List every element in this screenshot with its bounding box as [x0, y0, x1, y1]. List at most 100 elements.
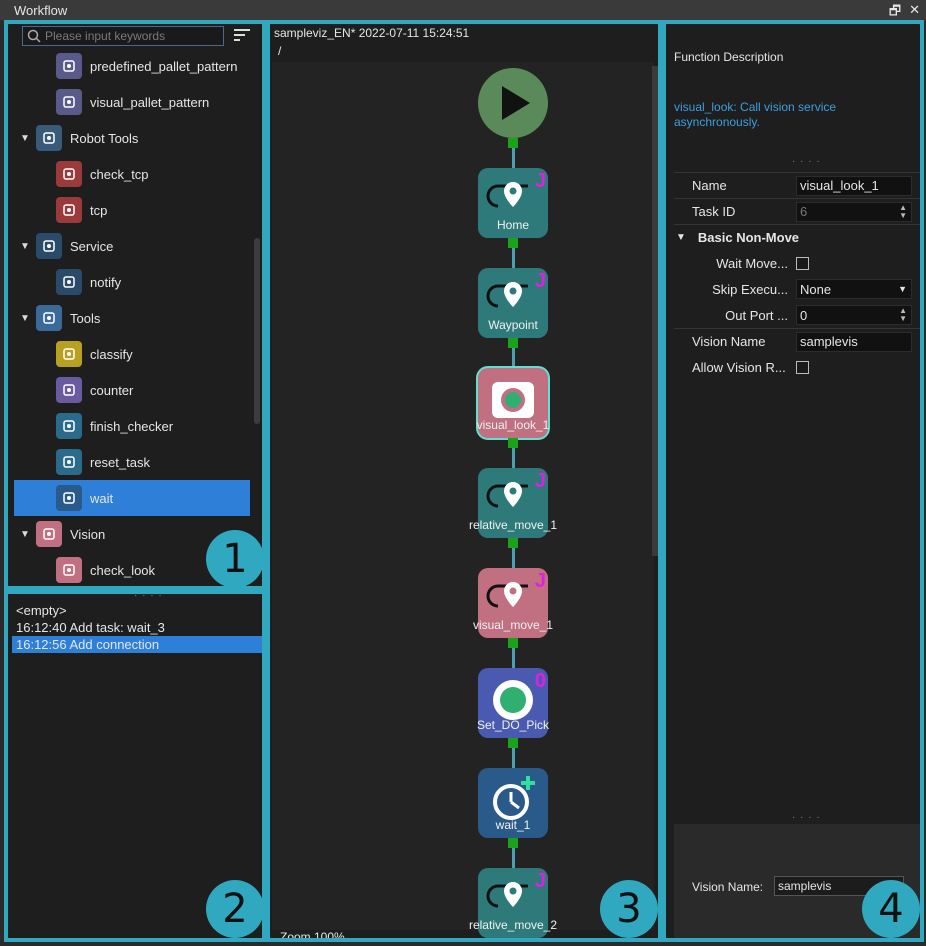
- workflow-node-label: visual_look_1: [476, 418, 550, 432]
- palette-item-label: counter: [90, 382, 134, 398]
- task-id-value: 6: [800, 204, 808, 219]
- workflow-canvas-panel: sampleviz_EN* 2022-07-11 15:24:51 / J Hom…: [266, 20, 662, 942]
- palette-category-service[interactable]: ▼ Service: [14, 228, 250, 264]
- prop-label-wait-move: Wait Move...: [716, 255, 788, 271]
- palette-item-wait[interactable]: wait: [14, 480, 250, 516]
- canvas-scrollbar[interactable]: [652, 66, 658, 556]
- palette-item-label: Service: [70, 238, 114, 254]
- chevron-down-icon: ▼: [898, 284, 907, 294]
- palette-item-tcp[interactable]: tcp: [14, 192, 250, 228]
- prop-group-basic-non-move[interactable]: ▼ Basic Non-Move: [674, 224, 920, 250]
- play-icon: [502, 86, 530, 120]
- prop-label-allow-vision: Allow Vision R...: [692, 359, 786, 375]
- name-field[interactable]: visual_look_1: [796, 175, 912, 196]
- search-icon: [27, 29, 41, 43]
- node-badge: J: [534, 170, 546, 192]
- wait-move-checkbox[interactable]: [796, 256, 809, 270]
- panel-number-badge-2: 2: [206, 880, 262, 938]
- canvas-breadcrumb[interactable]: /: [278, 44, 281, 58]
- finish-checker-icon: [56, 413, 82, 439]
- expand-triangle-icon[interactable]: ▼: [20, 313, 30, 324]
- prop-label-vision-name: Vision Name: [692, 334, 766, 349]
- toolbox-icon: [36, 305, 62, 331]
- splitter-grip[interactable]: · · · ·: [134, 594, 163, 601]
- visual-pallet-icon: [56, 89, 82, 115]
- palette-item-notify[interactable]: notify: [14, 264, 250, 300]
- history-entry[interactable]: 16:12:56 Add connection: [12, 636, 262, 653]
- expand-triangle-icon[interactable]: ▼: [20, 133, 30, 144]
- vision-name-field[interactable]: samplevis: [796, 331, 912, 352]
- workflow-canvas[interactable]: J Home J Waypoint visual_look_1 Jrelative_mov…: [272, 62, 654, 938]
- spin-arrows-icon[interactable]: ▲ ▼: [899, 307, 907, 323]
- pallet-pattern-icon: [56, 53, 82, 79]
- node-connection[interactable]: [512, 348, 515, 368]
- function-description-text: visual_look: Call vision service asynchr…: [674, 100, 837, 129]
- collapse-triangle-icon[interactable]: ▼: [676, 232, 686, 243]
- prop-row-task-id: Task ID 6 ▲ ▼: [674, 198, 920, 224]
- search-box[interactable]: [22, 26, 224, 46]
- history-entry[interactable]: <empty>: [12, 602, 262, 619]
- prop-row-vision-name: Vision Name samplevis: [674, 328, 920, 354]
- spin-arrows-icon[interactable]: ▲ ▼: [899, 203, 907, 220]
- out-port-value: 0: [800, 307, 808, 323]
- service-icon: [36, 233, 62, 259]
- task-id-field[interactable]: 6 ▲ ▼: [796, 201, 912, 222]
- prop-row-out-port: Out Port ... 0 ▲ ▼: [674, 302, 920, 328]
- workflow-node-start[interactable]: [478, 68, 548, 138]
- history-entry[interactable]: 16:12:40 Add task: wait_3: [12, 619, 262, 636]
- expand-triangle-icon[interactable]: ▼: [20, 241, 30, 252]
- splitter-grip[interactable]: · · · ·: [792, 156, 821, 167]
- workflow-node-label: Home: [496, 218, 529, 232]
- node-connection[interactable]: [512, 848, 515, 868]
- palette-item-check-tcp[interactable]: check_tcp: [14, 156, 250, 192]
- palette-item-finish-checker[interactable]: finish_checker: [14, 408, 250, 444]
- output-port[interactable]: [508, 838, 518, 848]
- prop-row-allow-vision: Allow Vision R...: [674, 354, 920, 380]
- function-description-title: Function Description: [674, 50, 784, 64]
- check-tcp-icon: [56, 161, 82, 187]
- palette-item-label: reset_task: [90, 454, 150, 470]
- skip-exec-select[interactable]: None ▼: [796, 279, 912, 299]
- node-badge: J: [534, 870, 546, 892]
- node-connection[interactable]: [512, 148, 515, 168]
- output-port[interactable]: [508, 738, 518, 748]
- palette-item-predefined-pallet-pattern[interactable]: predefined_pallet_pattern: [14, 48, 250, 84]
- palette-item-label: visual_pallet_pattern: [90, 94, 210, 110]
- prop-row-name: Name visual_look_1: [674, 172, 920, 198]
- wait-clock-icon: [56, 485, 82, 511]
- workflow-node-label: visual_move_1: [472, 618, 554, 632]
- prop-label-out-port: Out Port ...: [725, 307, 788, 323]
- workflow-node-label: Set_DO_Pick: [476, 718, 550, 732]
- output-port[interactable]: [508, 138, 518, 148]
- out-port-field[interactable]: 0 ▲ ▼: [796, 305, 912, 325]
- palette-scrollbar[interactable]: [254, 238, 260, 424]
- workflow-node-label: wait_1: [495, 818, 531, 832]
- search-input[interactable]: [45, 29, 215, 43]
- node-connection[interactable]: [512, 648, 515, 668]
- palette-item-counter[interactable]: counter: [14, 372, 250, 408]
- splitter-grip[interactable]: · · · ·: [792, 812, 821, 823]
- node-connection[interactable]: [512, 748, 515, 768]
- allow-vision-checkbox[interactable]: [796, 360, 809, 374]
- node-connection[interactable]: [512, 548, 515, 568]
- palette-category-tools[interactable]: ▼ Tools: [14, 300, 250, 336]
- palette-item-reset-task[interactable]: reset_task: [14, 444, 250, 480]
- node-badge: J: [534, 570, 546, 592]
- node-connection[interactable]: [512, 248, 515, 268]
- output-port[interactable]: [508, 238, 518, 248]
- output-port[interactable]: [508, 538, 518, 548]
- zoom-level: Zoom 100%: [280, 930, 345, 942]
- history-panel: · · · · <empty> 16:12:40 Add task: wait_3…: [4, 590, 266, 942]
- workflow-node-label: Waypoint: [488, 318, 538, 332]
- output-port[interactable]: [508, 638, 518, 648]
- expand-triangle-icon[interactable]: ▼: [20, 529, 30, 540]
- filter-sort-icon[interactable]: [234, 28, 250, 42]
- output-port[interactable]: [508, 338, 518, 348]
- output-port[interactable]: [508, 438, 518, 448]
- node-connection[interactable]: [512, 448, 515, 468]
- palette-item-label: Vision: [70, 526, 106, 542]
- palette-item-label: finish_checker: [90, 418, 174, 434]
- palette-item-classify[interactable]: classify: [14, 336, 250, 372]
- palette-item-visual-pallet-pattern[interactable]: visual_pallet_pattern: [14, 84, 250, 120]
- palette-category-robot-tools[interactable]: ▼ Robot Tools: [14, 120, 250, 156]
